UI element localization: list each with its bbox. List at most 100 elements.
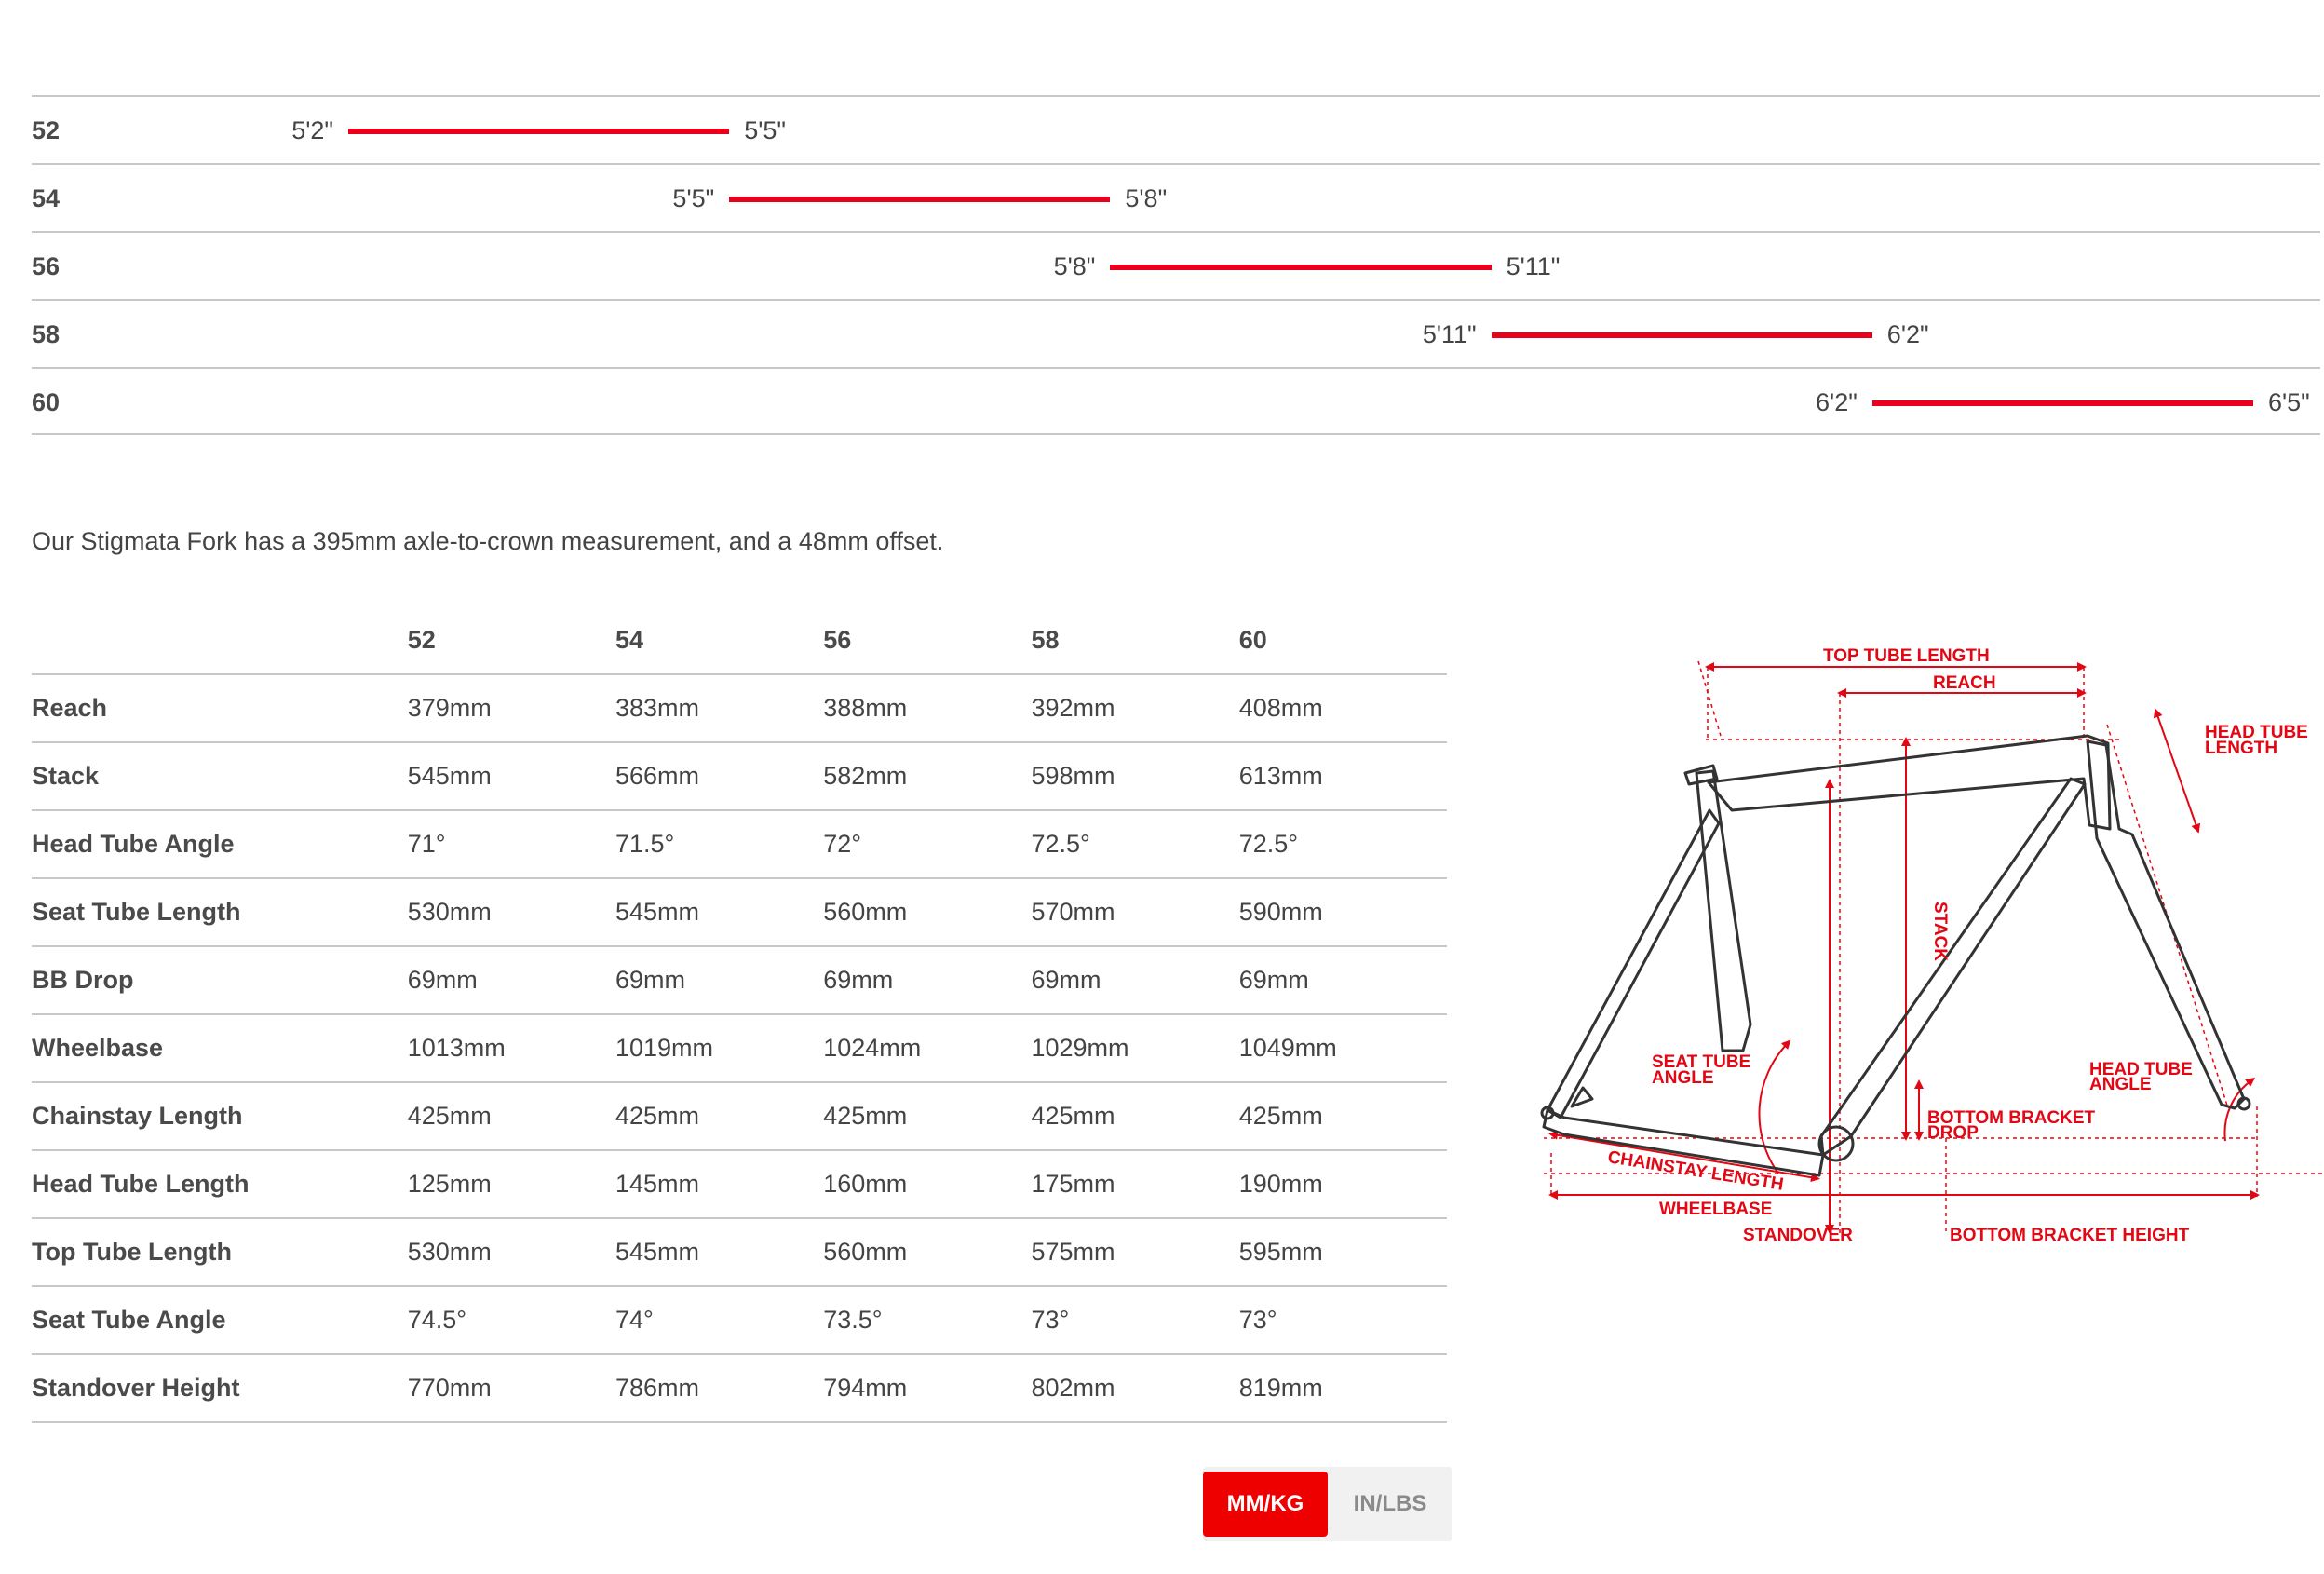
size-row: 56 5'8" 5'11" [32,231,2320,299]
header-size: 54 [615,607,824,675]
metric-value: 69mm [1238,966,1309,994]
metric-value: 566mm [615,762,699,790]
geometry-table-header: 52 54 56 58 60 [32,607,1447,675]
metric-value: 613mm [1238,762,1323,790]
metric-value: 530mm [407,898,492,926]
size-row: 54 5'5" 5'8" [32,163,2320,231]
rider-height-min: 5'8" [1053,252,1096,280]
metric-value: 425mm [823,1102,908,1130]
fork-note: Our Stigmata Fork has a 395mm axle-to-cr… [32,527,944,555]
rider-height-bar [1491,332,1872,338]
metric-name: Head Tube Angle [32,830,235,858]
size-row: 58 5'11" 6'2" [32,299,2320,367]
metric-value: 545mm [615,1238,699,1266]
label-seat-tube-angle: ANGLE [1652,1068,1714,1088]
metric-value: 545mm [615,898,699,926]
metric-value: 73° [1031,1306,1070,1334]
metric-value: 72.5° [1031,830,1090,858]
table-row: Head Tube Length 125mm 145mm 160mm 175mm 190m… [32,1150,1447,1218]
metric-value: 73.5° [823,1306,883,1334]
metric-value: 73° [1238,1306,1277,1334]
label-bb-drop: DROP [1927,1123,1979,1143]
label-stack: STACK [1930,902,1950,961]
size-label: 58 [32,320,61,348]
metric-value: 425mm [1031,1102,1115,1130]
metric-value: 770mm [407,1374,492,1402]
table-row: Seat Tube Length 530mm 545mm 560mm 570mm 590m… [32,878,1447,946]
metric-value: 74° [615,1306,654,1334]
frame-illustration [1540,734,2251,1177]
metric-value: 71° [407,830,446,858]
size-label: 60 [32,388,61,416]
metric-value: 425mm [407,1102,492,1130]
rider-height-bar [1110,265,1492,270]
metric-value: 69mm [1031,966,1101,994]
label-reach: REACH [1933,673,1996,693]
metric-value: 425mm [615,1102,699,1130]
header-size: 52 [407,607,615,675]
rider-height-min: 5'2" [291,116,333,144]
metric-name: Wheelbase [32,1034,164,1062]
metric-value: 379mm [407,694,492,722]
table-row: Reach 379mm 383mm 388mm 392mm 408mm [32,674,1447,742]
rider-height-max: 6'2" [1886,320,1929,348]
header-size: 56 [823,607,1032,675]
metric-value: 1019mm [615,1034,713,1062]
metric-name: Standover Height [32,1374,240,1402]
rider-height-max: 5'5" [744,116,786,144]
size-label: 54 [32,184,61,212]
metric-value: 392mm [1031,694,1115,722]
table-row: Stack 545mm 566mm 582mm 598mm 613mm [32,742,1447,810]
metric-value: 1029mm [1031,1034,1129,1062]
metric-value: 190mm [1238,1170,1323,1198]
size-row: 60 6'2" 6'5" [32,367,2320,435]
table-row: Top Tube Length 530mm 545mm 560mm 575mm 595mm [32,1218,1447,1286]
header-metric-spacer [32,607,408,675]
rider-height-max: 6'5" [2268,388,2310,416]
metric-name: Chainstay Length [32,1102,243,1130]
rider-height-bar [1871,400,2253,406]
rider-height-max: 5'11" [1506,252,1561,280]
unit-toggle: MM/KG IN/LBS [1203,1467,1452,1541]
size-row: 52 5'2" 5'5" [32,95,2320,163]
metric-name: Seat Tube Length [32,898,241,926]
metric-value: 160mm [823,1170,908,1198]
table-row: Seat Tube Angle 74.5° 74° 73.5° 73° 73° [32,1286,1447,1354]
header-size: 60 [1238,607,1447,675]
metric-value: 388mm [823,694,908,722]
table-row: Chainstay Length 425mm 425mm 425mm 425mm 425m… [32,1082,1447,1150]
metric-value: 69mm [407,966,478,994]
rider-height-max: 5'8" [1125,184,1168,212]
rider-height-bar [729,197,1111,202]
metric-value: 560mm [823,1238,908,1266]
metric-value: 175mm [1031,1170,1115,1198]
table-row: Head Tube Angle 71° 71.5° 72° 72.5° 72.5° [32,810,1447,878]
metric-value: 802mm [1031,1374,1115,1402]
rider-height-min: 5'5" [672,184,715,212]
unit-in-lbs-button[interactable]: IN/LBS [1328,1472,1452,1537]
metric-value: 72.5° [1238,830,1299,858]
metric-value: 530mm [407,1238,492,1266]
metric-value: 425mm [1238,1102,1323,1130]
metric-value: 595mm [1238,1238,1323,1266]
metric-value: 1024mm [823,1034,922,1062]
table-row: Standover Height 770mm 786mm 794mm 802mm 819m… [32,1354,1447,1422]
metric-name: Stack [32,762,100,790]
metric-value: 74.5° [407,1306,467,1334]
rider-height-bar [348,129,730,134]
unit-mm-kg-button[interactable]: MM/KG [1203,1472,1328,1537]
metric-value: 125mm [407,1170,492,1198]
metric-value: 69mm [823,966,894,994]
metric-value: 1013mm [407,1034,506,1062]
metric-value: 560mm [823,898,908,926]
metric-value: 575mm [1031,1238,1115,1266]
label-wheelbase: WHEELBASE [1659,1200,1772,1219]
rider-height-min: 5'11" [1422,320,1477,348]
metric-value: 1049mm [1238,1034,1337,1062]
size-label: 52 [32,116,61,144]
metric-value: 71.5° [615,830,675,858]
metric-value: 582mm [823,762,908,790]
metric-name: Seat Tube Angle [32,1306,226,1334]
metric-value: 69mm [615,966,685,994]
table-row: Wheelbase 1013mm 1019mm 1024mm 1029mm 1049mm [32,1014,1447,1082]
